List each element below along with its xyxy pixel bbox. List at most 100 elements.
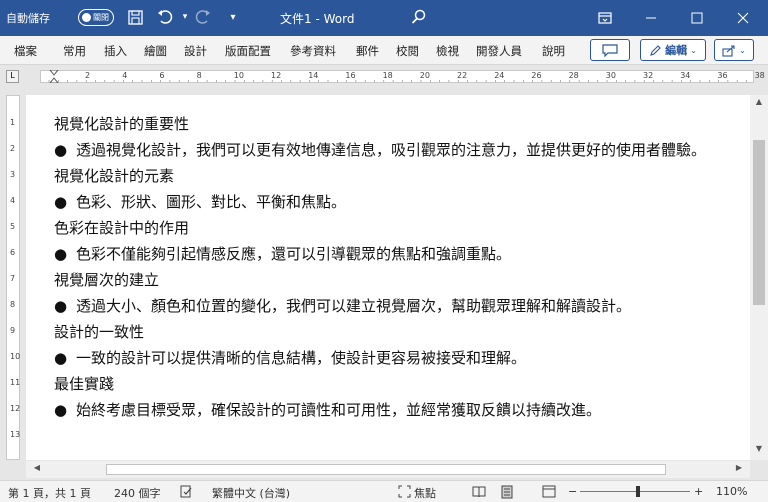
ruler-number: 12: [271, 71, 282, 80]
ruler-number: 8: [10, 300, 16, 309]
ruler-number: 32: [643, 71, 654, 80]
bullet-item[interactable]: ● 透過視覺化設計，我們可以更有效地傳達信息，吸引觀眾的注意力，並提供更好的使用者…: [54, 137, 750, 163]
document-page[interactable]: 視覺化設計的重要性 ● 透過視覺化設計，我們可以更有效地傳達信息，吸引觀眾的注意力，…: [26, 95, 750, 460]
ruler-number: 22: [457, 71, 468, 80]
tab-file[interactable]: 檔案: [14, 43, 37, 59]
language-status[interactable]: 繁體中文 (台灣): [212, 485, 290, 501]
tab-help[interactable]: 說明: [542, 43, 565, 59]
tab-developer[interactable]: 開發人員: [476, 43, 522, 59]
page-info[interactable]: 第 1 頁，共 1 頁: [8, 485, 91, 501]
tab-view[interactable]: 檢視: [436, 43, 459, 59]
scroll-down-icon[interactable]: ▼: [752, 444, 766, 458]
read-mode-icon[interactable]: [472, 485, 486, 501]
toggle-knob: [82, 13, 91, 22]
vertical-ruler[interactable]: 1 2 3 4 5 6 7 8 9 10 11 12 13: [6, 95, 20, 460]
horizontal-scrollbar-thumb[interactable]: [106, 464, 666, 475]
proofing-icon[interactable]: [180, 485, 193, 501]
tab-references[interactable]: 參考資料: [290, 43, 336, 59]
focus-icon[interactable]: [398, 485, 411, 501]
vertical-scrollbar[interactable]: ▲ ▼: [750, 95, 768, 460]
editing-mode-button[interactable]: 編輯 ⌄: [640, 39, 706, 61]
ruler-number: 6: [10, 248, 16, 257]
minimize-icon[interactable]: [628, 0, 674, 36]
zoom-level[interactable]: 110%: [716, 485, 747, 498]
bullet-text[interactable]: 色彩、形狀、圖形、對比、平衡和焦點。: [76, 189, 346, 215]
bullet-text[interactable]: 始終考慮目標受眾，確保設計的可讀性和可用性，並經常獲取反饋以持續改進。: [76, 397, 601, 423]
ruler-number: 3: [10, 170, 16, 179]
document-heading[interactable]: 色彩在設計中的作用: [54, 215, 750, 241]
ruler-number: 1: [10, 118, 16, 127]
share-icon: [722, 44, 735, 57]
bullet-text[interactable]: 色彩不僅能夠引起情感反應，還可以引導觀眾的焦點和強調重點。: [76, 241, 511, 267]
close-icon[interactable]: [720, 0, 766, 36]
customize-icon[interactable]: ▾: [222, 6, 244, 28]
tab-review[interactable]: 校閱: [396, 43, 419, 59]
tab-insert[interactable]: 插入: [104, 43, 127, 59]
undo-icon[interactable]: [154, 6, 176, 28]
scroll-right-icon[interactable]: ▶: [732, 463, 746, 476]
bullet-item[interactable]: ● 始終考慮目標受眾，確保設計的可讀性和可用性，並經常獲取反饋以持續改進。: [54, 397, 750, 423]
scroll-up-icon[interactable]: ▲: [752, 97, 766, 111]
maximize-icon[interactable]: [674, 0, 720, 36]
save-icon[interactable]: [124, 6, 146, 28]
horizontal-scrollbar[interactable]: ◀ ▶: [26, 461, 750, 478]
ruler-number: 10: [233, 71, 244, 80]
scrollbar-thumb[interactable]: [753, 140, 765, 305]
document-content[interactable]: 視覺化設計的重要性 ● 透過視覺化設計，我們可以更有效地傳達信息，吸引觀眾的注意力，…: [54, 111, 750, 423]
document-heading[interactable]: 視覺層次的建立: [54, 267, 750, 293]
ruler-number: 12: [10, 404, 21, 413]
zoom-out-button[interactable]: −: [568, 485, 577, 498]
tab-draw[interactable]: 繪圖: [144, 43, 167, 59]
document-heading[interactable]: 視覺化設計的元素: [54, 163, 750, 189]
zoom-slider-knob[interactable]: [636, 486, 640, 497]
document-title: 文件1 - Word: [280, 12, 355, 26]
autosave-label: 自動儲存: [6, 12, 50, 25]
redo-icon[interactable]: [192, 6, 214, 28]
document-heading[interactable]: 視覺化設計的重要性: [54, 111, 750, 137]
ruler-number: 9: [10, 326, 16, 335]
bullet-icon: ●: [54, 141, 68, 159]
focus-button[interactable]: 焦點: [414, 485, 436, 501]
status-bar: 第 1 頁，共 1 頁 240 個字 繁體中文 (台灣) 焦點 − + 110%: [0, 480, 768, 502]
pencil-icon: [650, 44, 661, 56]
share-button[interactable]: ⌄: [714, 39, 754, 61]
bullet-icon: ●: [54, 401, 68, 419]
tab-mailings[interactable]: 郵件: [356, 43, 379, 59]
ruler-number: 2: [85, 71, 91, 80]
tab-home[interactable]: 常用: [63, 43, 86, 59]
ruler-number: 4: [122, 71, 128, 80]
bullet-item[interactable]: ● 一致的設計可以提供清晰的信息結構，使設計更容易被接受和理解。: [54, 345, 750, 371]
bullet-item[interactable]: ● 色彩、形狀、圖形、對比、平衡和焦點。: [54, 189, 750, 215]
editing-mode-label: 編輯: [665, 44, 688, 57]
ruler-number: 14: [308, 71, 319, 80]
ruler-number: 16: [345, 71, 356, 80]
autosave-toggle[interactable]: 關閉: [78, 9, 114, 26]
document-heading[interactable]: 設計的一致性: [54, 319, 750, 345]
bullet-item[interactable]: ● 透過大小、顏色和位置的變化，我們可以建立視覺層次，幫助觀眾理解和解讀設計。: [54, 293, 750, 319]
tab-layout[interactable]: 版面配置: [225, 43, 271, 59]
bullet-text[interactable]: 透過視覺化設計，我們可以更有效地傳達信息，吸引觀眾的注意力，並提供更好的使用者體…: [76, 137, 706, 163]
print-layout-icon[interactable]: [500, 485, 514, 502]
ruler-number: 30: [605, 71, 616, 80]
bullet-text[interactable]: 一致的設計可以提供清晰的信息結構，使設計更容易被接受和理解。: [76, 345, 526, 371]
ribbon-display-icon[interactable]: [582, 0, 628, 36]
tab-design[interactable]: 設計: [184, 43, 207, 59]
zoom-in-button[interactable]: +: [694, 485, 703, 498]
scroll-left-icon[interactable]: ◀: [30, 463, 44, 476]
ruler-number: 28: [568, 71, 579, 80]
chevron-down-icon: ⌄: [690, 45, 697, 55]
zoom-slider[interactable]: [580, 486, 690, 497]
tab-stop-selector[interactable]: L: [6, 70, 19, 83]
indent-marker-icon[interactable]: [49, 70, 59, 83]
bullet-text[interactable]: 透過大小、顏色和位置的變化，我們可以建立視覺層次，幫助觀眾理解和解讀設計。: [76, 293, 631, 319]
search-icon[interactable]: [408, 6, 430, 28]
comment-icon: [602, 43, 618, 57]
comments-button[interactable]: [590, 39, 630, 61]
bullet-item[interactable]: ● 色彩不僅能夠引起情感反應，還可以引導觀眾的焦點和強調重點。: [54, 241, 750, 267]
ruler-number: 24: [494, 71, 505, 80]
web-layout-icon[interactable]: [542, 485, 556, 501]
chevron-down-icon: ⌄: [739, 45, 746, 55]
document-heading[interactable]: 最佳實踐: [54, 371, 750, 397]
horizontal-ruler[interactable]: 2 4 6 8 10 12 14 16 18 20 22 24 26 28 30 32 34 36 38: [40, 70, 765, 83]
word-count[interactable]: 240 個字: [114, 485, 161, 501]
